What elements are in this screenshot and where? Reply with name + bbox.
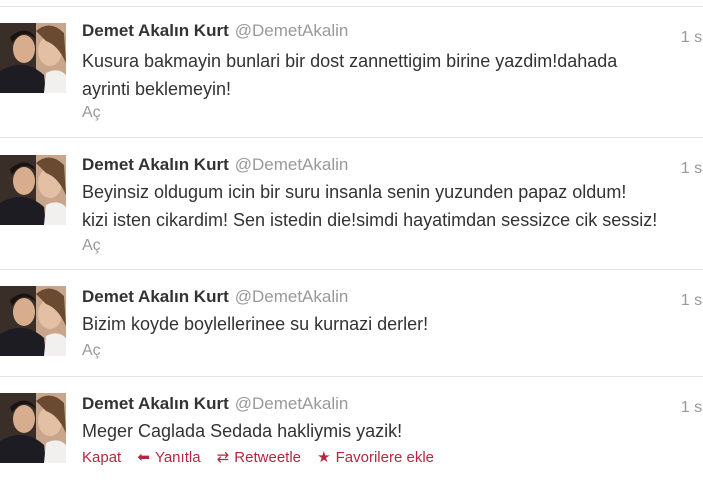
- tweet-header: Demet Akalın Kurt @DemetAkalin: [82, 155, 348, 175]
- collapse-label: Kapat: [82, 449, 122, 466]
- tweet-item[interactable]: Demet Akalın Kurt @DemetAkalin 1 sa Kusur…: [0, 7, 703, 138]
- reply-label: Yanıtla: [154, 449, 201, 466]
- tweet-text: Bizim koyde boylellerinee su kurnazi der…: [82, 310, 703, 338]
- favorite-button[interactable]: ★ Favorilere ekle: [317, 449, 434, 466]
- tweet-text-line: Beyinsiz oldugum icin bir suru insanla s…: [82, 182, 627, 202]
- favorite-label: Favorilere ekle: [335, 449, 434, 466]
- author-name[interactable]: Demet Akalın Kurt: [82, 394, 229, 413]
- tweet-text: Meger Caglada Sedada hakliymis yazik!: [82, 417, 703, 445]
- tweet-feed: Demet Akalın Kurt @DemetAkalin 1 sa Kusur…: [0, 0, 703, 492]
- avatar[interactable]: [0, 286, 66, 356]
- expand-link[interactable]: Aç: [82, 342, 101, 360]
- author-name[interactable]: Demet Akalın Kurt: [82, 21, 229, 40]
- tweet-item[interactable]: Demet Akalın Kurt @DemetAkalin 1 sa Beyin…: [0, 138, 703, 270]
- avatar[interactable]: [0, 393, 66, 463]
- expand-link[interactable]: Aç: [82, 104, 101, 122]
- avatar[interactable]: [0, 23, 66, 93]
- star-icon: ★: [317, 449, 331, 466]
- expand-link[interactable]: Aç: [82, 237, 101, 255]
- feed-top-divider: [0, 0, 703, 7]
- tweet-header: Demet Akalın Kurt @DemetAkalin: [82, 21, 348, 41]
- reply-arrow-icon: ⬅: [137, 449, 150, 466]
- tweet-text-line: ayrinti beklemeyin!: [82, 79, 232, 99]
- tweet-timestamp[interactable]: 1 sa: [681, 292, 703, 310]
- author-name[interactable]: Demet Akalın Kurt: [82, 287, 229, 306]
- tweet-text: Beyinsiz oldugum icin bir suru insanla s…: [82, 178, 703, 234]
- author-handle[interactable]: @DemetAkalin: [235, 287, 349, 306]
- collapse-link[interactable]: Kapat: [82, 449, 121, 466]
- tweet-text: Kusura bakmayin bunlari bir dost zannett…: [82, 47, 703, 103]
- tweet-timestamp[interactable]: 1 sa: [681, 160, 703, 178]
- tweet-header: Demet Akalın Kurt @DemetAkalin: [82, 287, 348, 307]
- avatar[interactable]: [0, 155, 66, 225]
- retweet-button[interactable]: ⇄ Retweetle: [217, 449, 301, 466]
- retweet-label: Retweetle: [234, 449, 301, 466]
- tweet-actions: Kapat ⬅ Yanıtla ⇄ Retweetle ★ Favorilere ek…: [82, 449, 446, 466]
- tweet-header: Demet Akalın Kurt @DemetAkalin: [82, 394, 348, 414]
- author-handle[interactable]: @DemetAkalin: [235, 21, 349, 40]
- retweet-icon: ⇄: [216, 449, 230, 466]
- tweet-item[interactable]: Demet Akalın Kurt @DemetAkalin 1 sa Bizim…: [0, 270, 703, 377]
- author-handle[interactable]: @DemetAkalin: [235, 394, 349, 413]
- tweet-text-line: Kusura bakmayin bunlari bir dost zannett…: [82, 51, 618, 71]
- tweet-text-line: Bizim koyde boylellerinee su kurnazi der…: [82, 314, 429, 334]
- tweet-timestamp[interactable]: 1 sa: [681, 399, 703, 417]
- author-name[interactable]: Demet Akalın Kurt: [82, 155, 229, 174]
- tweet-text-line: Meger Caglada Sedada hakliymis yazik!: [82, 421, 403, 441]
- tweet-item[interactable]: Demet Akalın Kurt @DemetAkalin 1 sa Meger…: [0, 377, 703, 492]
- reply-button[interactable]: ⬅ Yanıtla: [137, 449, 200, 466]
- tweet-text-line: kizi isten cikardim! Sen istedin die!sim…: [82, 210, 658, 230]
- author-handle[interactable]: @DemetAkalin: [235, 155, 349, 174]
- tweet-timestamp[interactable]: 1 sa: [681, 29, 703, 47]
